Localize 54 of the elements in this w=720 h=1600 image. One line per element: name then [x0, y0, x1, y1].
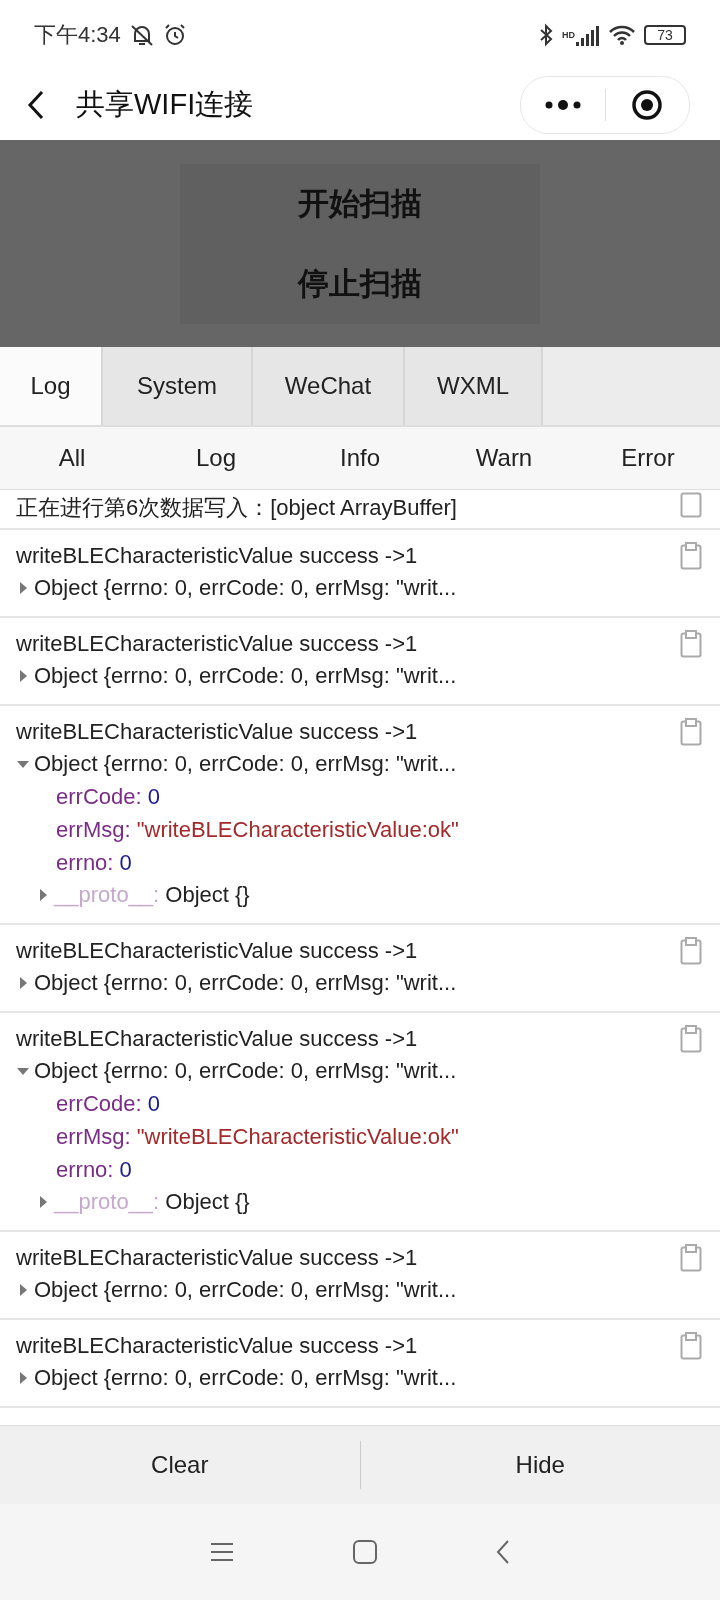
clipboard-icon[interactable]	[680, 937, 702, 965]
console-tab[interactable]: WeChat	[253, 347, 405, 425]
page-title: 共享WIFI连接	[76, 87, 255, 122]
close-target-icon[interactable]	[631, 89, 664, 121]
log-message: writeBLECharacteristicValue success ->1	[16, 1025, 418, 1053]
clipboard-icon[interactable]	[680, 1332, 702, 1360]
console-tab[interactable]: System	[103, 347, 253, 425]
filter-tab[interactable]: Log	[144, 427, 288, 489]
object-summary[interactable]: Object {errno: 0, errCode: 0, errMsg: "writ...	[34, 1274, 457, 1306]
log-message: writeBLECharacteristicValue success ->1	[16, 937, 418, 965]
console-tab[interactable]: WXML	[405, 347, 543, 425]
battery-level: 73	[644, 25, 686, 45]
object-summary[interactable]: Object {errno: 0, errCode: 0, errMsg: "writ...	[34, 748, 457, 780]
object-summary[interactable]: Object {errno: 0, errCode: 0, errMsg: "writ...	[34, 1362, 457, 1394]
object-summary[interactable]: Object {errno: 0, errCode: 0, errMsg: "writ...	[34, 1055, 457, 1087]
muted-bell-icon	[128, 23, 155, 47]
object-property: errMsg: "writeBLECharacteristicValue:ok"	[55, 1123, 460, 1151]
clipboard-icon[interactable]	[680, 490, 702, 518]
console-button[interactable]: Clear	[0, 1426, 360, 1504]
wifi-icon	[608, 24, 636, 46]
menu-icon[interactable]	[208, 1541, 235, 1563]
clipboard-icon[interactable]	[680, 1025, 702, 1053]
log-message: 正在进行第6次数据写入：[object ArrayBuffer]	[16, 494, 457, 522]
clipboard-icon[interactable]	[680, 542, 702, 570]
bluetooth-icon	[538, 23, 554, 47]
object-summary[interactable]: Object {errno: 0, errCode: 0, errMsg: "writ...	[34, 572, 457, 604]
object-property: errCode: 0	[55, 1090, 161, 1118]
object-summary[interactable]: Object {errno: 0, errCode: 0, errMsg: "writ...	[34, 967, 457, 999]
filter-tab[interactable]: All	[0, 427, 144, 489]
log-message: writeBLECharacteristicValue success ->1	[16, 718, 418, 746]
object-property: errMsg: "writeBLECharacteristicValue:ok"	[55, 816, 460, 844]
object-summary[interactable]: Object {errno: 0, errCode: 0, errMsg: "writ...	[34, 660, 457, 692]
object-property[interactable]: __proto__: Object {}	[54, 1186, 250, 1218]
object-property[interactable]: __proto__: Object {}	[54, 879, 250, 911]
clipboard-icon[interactable]	[680, 630, 702, 658]
clipboard-icon[interactable]	[680, 1244, 702, 1272]
console-tab[interactable]: Log	[0, 347, 103, 425]
signal-icon	[576, 24, 600, 46]
console-button[interactable]: Hide	[360, 1426, 720, 1504]
network-type: HD	[562, 30, 575, 40]
home-square-icon[interactable]	[352, 1539, 378, 1565]
log-message: writeBLECharacteristicValue success ->1	[16, 1332, 418, 1360]
log-message: writeBLECharacteristicValue success ->1	[16, 542, 418, 570]
object-property: errno: 0	[55, 1156, 133, 1184]
status-time: 下午4:34	[34, 21, 121, 49]
filter-tab[interactable]: Info	[288, 427, 432, 489]
clipboard-icon[interactable]	[680, 718, 702, 746]
back-icon[interactable]	[26, 89, 46, 121]
filter-tab[interactable]: Warn	[432, 427, 576, 489]
filter-tab[interactable]: Error	[576, 427, 720, 489]
object-property: errCode: 0	[55, 783, 161, 811]
object-property: errno: 0	[55, 849, 133, 877]
log-message: writeBLECharacteristicValue success ->1	[16, 1244, 418, 1272]
log-message: writeBLECharacteristicValue success ->1	[16, 630, 418, 658]
